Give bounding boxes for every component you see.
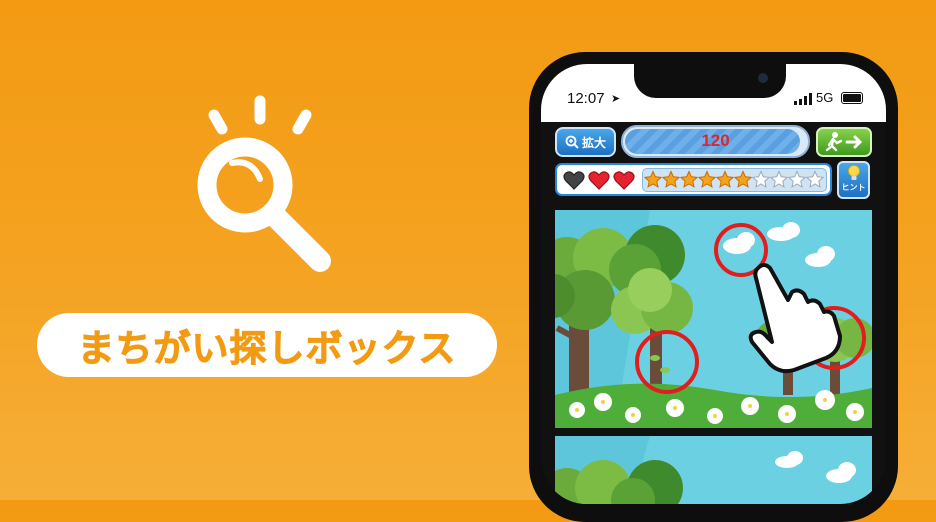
star-filled-icon (715, 170, 735, 188)
stars-track (642, 168, 827, 192)
zoom-label: 拡大 (581, 135, 606, 150)
zoom-button[interactable]: 拡大 (555, 127, 616, 157)
hint-label: ヒント (841, 183, 866, 192)
app-title-banner: まちがい探しボックス (37, 313, 497, 377)
heart-icon (588, 171, 610, 190)
app-title: まちがい探しボックス (77, 327, 457, 371)
star-empty-icon (751, 170, 771, 188)
lightbulb-icon (847, 165, 860, 180)
puzzle-image-top[interactable] (555, 210, 872, 428)
hint-button[interactable]: ヒント (837, 161, 870, 199)
puzzle-image-bottom[interactable] (555, 436, 872, 504)
running-exit-icon (825, 132, 863, 152)
lives-hearts (563, 171, 635, 190)
star-filled-icon (679, 170, 699, 188)
network-type: 5G (816, 90, 834, 105)
star-filled-icon (661, 170, 681, 188)
heart-icon (613, 171, 635, 190)
heart-empty-icon (563, 171, 585, 190)
star-filled-icon (643, 170, 663, 188)
phone-screen: 12:07 ➤ 5G 拡大 120 ヒント (541, 64, 886, 504)
score-value: 120 (701, 131, 730, 150)
status-time: 12:07 (567, 90, 605, 107)
signal-icon (794, 93, 812, 105)
star-filled-icon (733, 170, 753, 188)
magnifier-icon (197, 95, 331, 272)
location-arrow-icon: ➤ (611, 92, 621, 105)
battery-icon (841, 92, 863, 104)
score-bar: 120 (621, 125, 810, 158)
star-filled-icon (697, 170, 717, 188)
star-empty-icon (787, 170, 807, 188)
exit-button[interactable] (816, 127, 872, 157)
status-panel (555, 163, 832, 196)
star-empty-icon (769, 170, 789, 188)
status-bar: 12:07 ➤ 5G (541, 64, 886, 122)
phone-notch (634, 64, 786, 98)
star-empty-icon (805, 170, 825, 188)
camera-icon (758, 73, 768, 83)
zoom-in-icon (565, 135, 579, 149)
